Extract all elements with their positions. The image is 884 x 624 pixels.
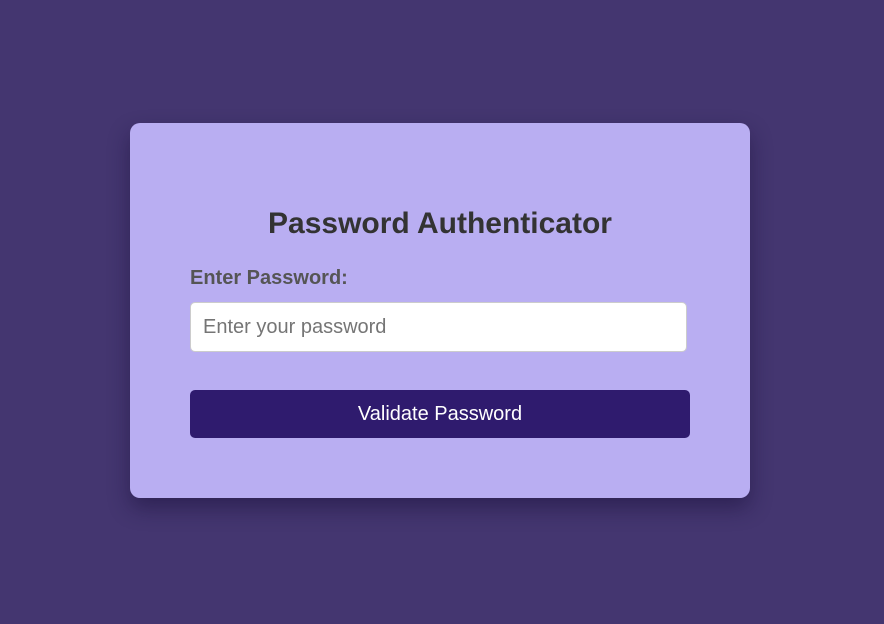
auth-card: Password Authenticator Enter Password: V…	[130, 123, 750, 498]
validate-password-button[interactable]: Validate Password	[190, 390, 690, 438]
page-title: Password Authenticator	[268, 207, 612, 240]
password-input[interactable]	[190, 302, 687, 352]
password-label: Enter Password:	[190, 267, 348, 289]
